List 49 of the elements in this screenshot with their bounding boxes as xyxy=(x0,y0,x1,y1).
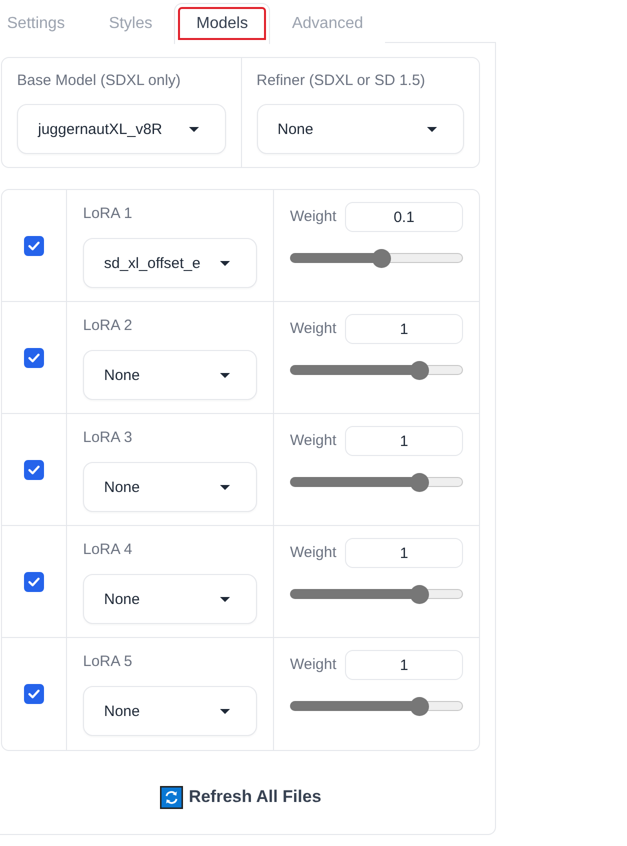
check-icon xyxy=(28,240,40,250)
weight-label: Weight xyxy=(290,207,336,227)
weight-label: Weight xyxy=(290,319,336,339)
lora-label: LoRA 4 xyxy=(83,540,134,560)
refresh-button[interactable]: Refresh All Files xyxy=(150,777,332,817)
lora-label: LoRA 1 xyxy=(83,204,134,224)
caret-icon xyxy=(220,484,230,490)
slider-thumb[interactable] xyxy=(372,248,391,268)
check-icon xyxy=(28,352,40,362)
caret-icon xyxy=(220,372,230,378)
lora-label: LoRA 3 xyxy=(83,428,134,448)
lora-dropdown[interactable]: None xyxy=(83,350,257,400)
field-label: Base Model (SDXL only) xyxy=(17,71,182,91)
caret-icon xyxy=(188,126,198,132)
check-icon xyxy=(28,689,40,699)
weight-label: Weight xyxy=(290,543,336,563)
weight-input[interactable]: 1 xyxy=(345,314,463,344)
slider-thumb[interactable] xyxy=(410,360,430,380)
weight-input[interactable]: 1 xyxy=(345,426,463,456)
refresh-icon xyxy=(160,786,183,808)
tab[interactable]: Models xyxy=(174,3,270,44)
field-label: Refiner (SDXL or SD 1.5) xyxy=(256,71,426,91)
caret-icon xyxy=(220,708,230,714)
weight-input[interactable]: 1 xyxy=(345,538,463,568)
lora-label: LoRA 5 xyxy=(83,652,134,672)
check-icon xyxy=(28,464,40,474)
weight-label: Weight xyxy=(290,431,336,451)
model-dropdown[interactable]: juggernautXL_v8R xyxy=(17,104,226,154)
weight-label: Weight xyxy=(290,655,336,675)
checkbox[interactable] xyxy=(24,348,44,368)
caret-icon xyxy=(427,126,437,132)
weight-input[interactable]: 0.1 xyxy=(345,202,463,232)
model-dropdown[interactable]: None xyxy=(256,104,464,154)
slider-thumb[interactable] xyxy=(410,472,430,492)
slider-thumb[interactable] xyxy=(410,696,430,716)
checkbox[interactable] xyxy=(24,460,44,480)
lora-dropdown[interactable]: None xyxy=(83,462,257,512)
caret-icon xyxy=(220,596,230,602)
check-icon xyxy=(28,576,40,586)
lora-label: LoRA 2 xyxy=(83,316,134,336)
lora-dropdown[interactable]: None xyxy=(83,686,257,736)
lora-dropdown[interactable]: sd_xl_offset_e xyxy=(83,238,257,288)
checkbox[interactable] xyxy=(24,684,44,704)
lora-dropdown[interactable]: None xyxy=(83,574,257,624)
slider-thumb[interactable] xyxy=(410,584,430,604)
caret-icon xyxy=(220,260,230,266)
weight-input[interactable]: 1 xyxy=(345,650,463,680)
checkbox[interactable] xyxy=(24,236,44,256)
checkbox[interactable] xyxy=(24,572,44,592)
